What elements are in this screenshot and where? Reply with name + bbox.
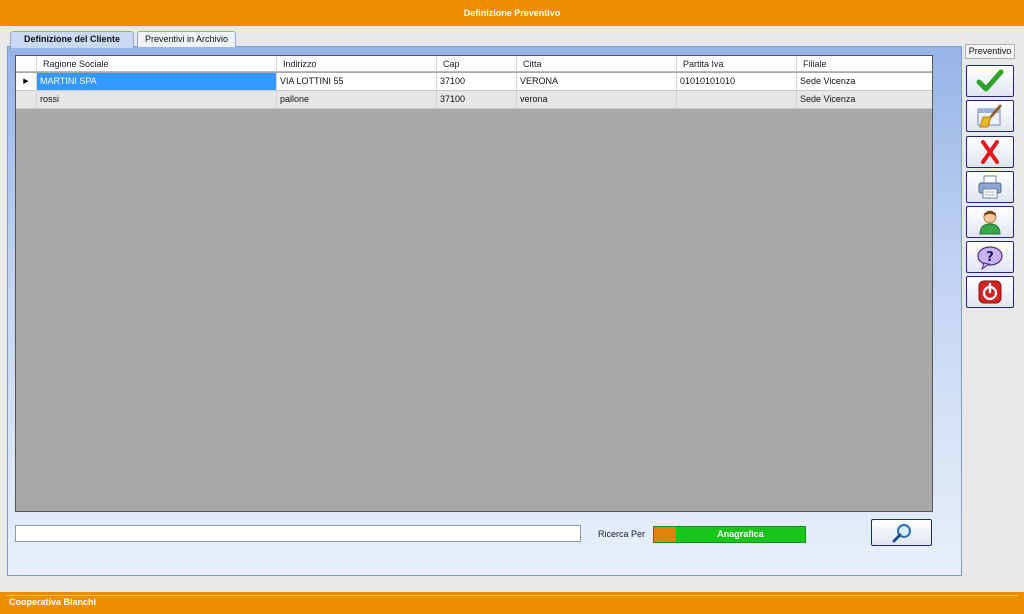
print-button[interactable] — [966, 171, 1014, 203]
status-text: Cooperativa Bianchi — [6, 595, 1018, 609]
tab-definizione-cliente[interactable]: Definizione del Cliente — [10, 31, 134, 48]
cell-indirizzo[interactable]: pallone — [276, 91, 436, 108]
current-row-indicator-icon: ▶ — [16, 73, 36, 90]
table-row[interactable]: ▶ MARTINI SPA VIA LOTTINI 55 37100 VERON… — [16, 73, 932, 91]
tab-preventivi-archivio[interactable]: Preventivi in Archivio — [137, 31, 236, 47]
svg-text:?: ? — [986, 250, 994, 265]
window-title: Definizione Preventivo — [0, 0, 1024, 26]
checkmark-icon — [976, 68, 1004, 94]
cell-citta[interactable]: VERONA — [516, 73, 676, 90]
cell-cap[interactable]: 37100 — [436, 73, 516, 90]
column-header-filiale[interactable]: Filiale — [796, 56, 932, 72]
customer-grid[interactable]: Ragione Sociale Indirizzo Cap Citta Part… — [15, 55, 933, 512]
grid-header: Ragione Sociale Indirizzo Cap Citta Part… — [16, 56, 932, 72]
column-header-partita-iva[interactable]: Partita Iva — [676, 56, 796, 72]
search-input[interactable] — [15, 525, 581, 542]
column-header-citta[interactable]: Citta — [516, 56, 676, 72]
cell-citta[interactable]: verona — [516, 91, 676, 108]
clear-button[interactable] — [966, 100, 1014, 132]
cell-ragione-sociale[interactable]: rossi — [36, 91, 276, 108]
help-button[interactable]: ? — [966, 241, 1014, 273]
search-mode-label: Anagrafica — [717, 529, 764, 539]
power-exit-icon — [977, 279, 1003, 305]
exit-button[interactable] — [966, 276, 1014, 308]
cell-filiale[interactable]: Sede Vicenza — [796, 73, 932, 90]
column-header-indirizzo[interactable]: Indirizzo — [276, 56, 436, 72]
help-icon: ? — [976, 244, 1004, 270]
column-header-ragione-sociale[interactable]: Ragione Sociale — [36, 56, 276, 72]
search-button[interactable] — [871, 519, 932, 546]
confirm-button[interactable] — [966, 65, 1014, 97]
row-header[interactable] — [16, 91, 36, 108]
cell-partita-iva[interactable] — [676, 91, 796, 108]
column-header-cap[interactable]: Cap — [436, 56, 516, 72]
cell-indirizzo[interactable]: VIA LOTTINI 55 — [276, 73, 436, 90]
broom-clear-icon — [975, 103, 1005, 129]
search-mode-toggle[interactable]: Anagrafica — [653, 526, 806, 543]
toggle-knob[interactable] — [654, 527, 676, 542]
status-bar: Cooperativa Bianchi — [0, 592, 1024, 614]
cell-partita-iva[interactable]: 01010101010 — [676, 73, 796, 90]
cell-cap[interactable]: 37100 — [436, 91, 516, 108]
customer-button[interactable] — [966, 206, 1014, 238]
toolbar-title: Preventivo — [965, 44, 1015, 59]
cell-ragione-sociale[interactable]: MARTINI SPA — [36, 73, 276, 90]
printer-icon — [977, 174, 1003, 200]
table-row[interactable]: rossi pallone 37100 verona Sede Vicenza — [16, 91, 932, 109]
delete-x-icon — [978, 139, 1002, 165]
ricerca-per-label: Ricerca Per — [598, 529, 646, 539]
delete-button[interactable] — [966, 136, 1014, 168]
magnifier-icon — [891, 523, 913, 543]
cell-filiale[interactable]: Sede Vicenza — [796, 91, 932, 108]
user-icon — [978, 209, 1002, 235]
